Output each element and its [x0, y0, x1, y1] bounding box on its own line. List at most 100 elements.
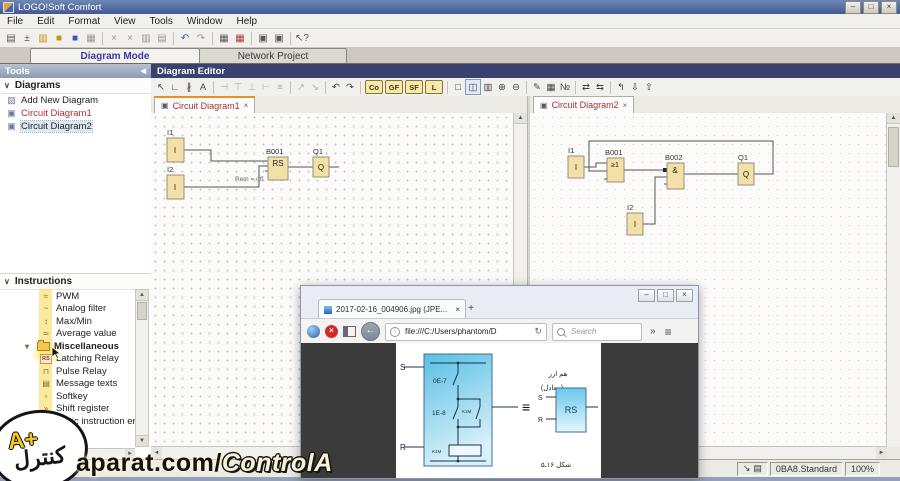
align-right-icon[interactable]: ⊢ [259, 80, 273, 94]
browser-tab[interactable]: 2017-02-16_004906.jpg (JPE... × [318, 299, 466, 319]
new-diagram-icon[interactable]: ▤ [3, 31, 19, 46]
new-tab-button[interactable]: + [461, 301, 481, 317]
tab-diagram-mode[interactable]: Diagram Mode [30, 48, 200, 63]
maximize-button[interactable]: □ [863, 0, 879, 14]
close-tab-icon[interactable]: × [623, 101, 628, 110]
expander-icon[interactable]: ▾ [21, 342, 33, 351]
close-tab-icon[interactable]: × [244, 101, 249, 110]
align-top-icon[interactable]: ⊤ [231, 80, 245, 94]
scroll-up-icon[interactable]: ▲ [514, 113, 527, 124]
delete-icon[interactable]: × [122, 31, 138, 46]
palette-gf-button[interactable]: GF [385, 80, 403, 94]
scroll-up-icon[interactable]: ▲ [136, 290, 148, 301]
split-three-windows-icon[interactable]: ▥ [481, 80, 495, 94]
hamburger-menu-icon[interactable]: ≡ [665, 325, 672, 339]
instructions-section-header[interactable]: ∨ Instructions [0, 273, 151, 290]
transfer-logo-pc-icon[interactable]: ▣ [271, 31, 287, 46]
cut-icon[interactable]: × [106, 31, 122, 46]
sidebar-item-add-new-diagram[interactable]: ▧ Add New Diagram [0, 94, 151, 107]
redo-icon[interactable]: ↷ [193, 31, 209, 46]
upload-icon[interactable]: ⇧ [642, 80, 656, 94]
send-back-icon[interactable]: ↘ [308, 80, 322, 94]
tab-circuit-diagram2[interactable]: ▣ Circuit Diagram2 × [533, 96, 635, 113]
palette-l-button[interactable]: L [425, 80, 443, 94]
tab-network-project[interactable]: Network Project [199, 48, 347, 63]
split-connection-icon[interactable]: ∦ [182, 80, 196, 94]
tree-item-miscellaneous[interactable]: ▾ Miscellaneous [0, 339, 151, 353]
tree-item-average-value[interactable]: ≃ Average value [0, 328, 151, 341]
paste-icon[interactable]: ▤ [154, 31, 170, 46]
save-icon[interactable]: ■ [67, 31, 83, 46]
convert-lad-icon[interactable]: ⇄ [579, 80, 593, 94]
sidebar-item-circuit-diagram1[interactable]: ▣ Circuit Diagram1 [0, 107, 151, 120]
tree-vertical-scrollbar[interactable]: ▲ ▼ [135, 289, 149, 447]
comment-pen-icon[interactable]: ✎ [530, 80, 544, 94]
table-compare-icon[interactable]: ▦ [232, 31, 248, 46]
tree-item-pulse-relay[interactable]: ⊓ Pulse Relay [0, 365, 151, 378]
firefox-icon[interactable] [307, 325, 320, 338]
import-icon[interactable]: ± [19, 31, 35, 46]
connect-tool-icon[interactable]: ∟ [168, 80, 182, 94]
download-icon[interactable]: ⇩ [628, 80, 642, 94]
url-input[interactable] [403, 326, 532, 337]
diagrams-section-header[interactable]: ∨ Diagrams [0, 78, 151, 94]
menu-window[interactable]: Window [180, 16, 230, 27]
pane2-vertical-scrollbar[interactable]: ▲ [886, 113, 900, 447]
distribute-icon[interactable]: ≡ [273, 80, 287, 94]
menu-view[interactable]: View [107, 16, 143, 27]
align-left-icon[interactable]: ⊣ [217, 80, 231, 94]
scroll-up-icon[interactable]: ▲ [887, 113, 900, 124]
convert-fbd-icon[interactable]: ⇆ [593, 80, 607, 94]
scroll-down-icon[interactable]: ▼ [136, 435, 148, 446]
block-parameters-icon[interactable]: ▦ [544, 80, 558, 94]
sidebar-item-circuit-diagram2[interactable]: ▣ Circuit Diagram2 [0, 120, 151, 133]
new-file-icon[interactable]: ▥ [35, 31, 51, 46]
bring-front-icon[interactable]: ↗ [294, 80, 308, 94]
reload-icon[interactable]: ↻ [534, 326, 542, 337]
browser-maximize-button[interactable]: □ [657, 289, 674, 302]
palette-sf-button[interactable]: SF [405, 80, 423, 94]
tree-item-analog-filter[interactable]: ~ Analog filter [0, 303, 151, 316]
menu-edit[interactable]: Edit [30, 16, 61, 27]
tree-item-latching-relay[interactable]: RS Latching Relay [0, 353, 151, 366]
search-bar[interactable] [552, 322, 642, 341]
sidebar-toggle-icon[interactable] [343, 326, 356, 337]
collapse-panel-icon[interactable]: ◀ [141, 67, 146, 75]
split-one-window-icon[interactable]: □ [451, 80, 465, 94]
menu-file[interactable]: File [0, 16, 30, 27]
browser-close-button[interactable]: × [676, 289, 693, 302]
simulation-icon[interactable]: ↰ [614, 80, 628, 94]
scrollbar-thumb[interactable] [888, 127, 899, 167]
search-input[interactable] [569, 326, 637, 337]
zoom-in-icon[interactable]: ⊕ [495, 80, 509, 94]
tree-item-softkey[interactable]: ▫ Softkey [0, 390, 151, 403]
overflow-icon[interactable]: » [650, 326, 656, 337]
table-overview-icon[interactable]: ▦ [216, 31, 232, 46]
close-button[interactable]: × [881, 0, 897, 14]
menu-help[interactable]: Help [229, 16, 264, 27]
address-bar[interactable]: i ↻ [385, 322, 547, 341]
info-icon[interactable]: i [390, 326, 400, 337]
browser-minimize-button[interactable]: – [638, 289, 655, 302]
align-bottom-icon[interactable]: ⊥ [245, 80, 259, 94]
copy-icon[interactable]: ▥ [138, 31, 154, 46]
context-help-icon[interactable]: ↖? [294, 31, 310, 46]
close-tab-icon[interactable]: × [455, 305, 460, 314]
split-two-windows-icon[interactable]: ◫ [465, 79, 481, 95]
tree-item-max-min[interactable]: ↕ Max/Min [0, 315, 151, 328]
back-button[interactable]: ← [361, 322, 380, 341]
undo-icon[interactable]: ↶ [329, 80, 343, 94]
undo-icon[interactable]: ↶ [177, 31, 193, 46]
tree-item-message-texts[interactable]: ▤ Message texts [0, 378, 151, 391]
print-icon[interactable]: ▦ [83, 31, 99, 46]
menu-format[interactable]: Format [61, 16, 107, 27]
zoom-out-icon[interactable]: ⊖ [509, 80, 523, 94]
open-icon[interactable]: ■ [51, 31, 67, 46]
palette-co-button[interactable]: Co [365, 80, 383, 94]
adblock-icon[interactable]: × [325, 325, 338, 338]
block-numbers-icon[interactable]: № [558, 80, 572, 94]
viewed-image[interactable]: S R 0E-7 1E-8 K1M K1M ≡ هم ارز (معادل) R… [396, 343, 601, 478]
menu-tools[interactable]: Tools [143, 16, 180, 27]
minimize-button[interactable]: – [845, 0, 861, 14]
transfer-pc-logo-icon[interactable]: ▣ [255, 31, 271, 46]
